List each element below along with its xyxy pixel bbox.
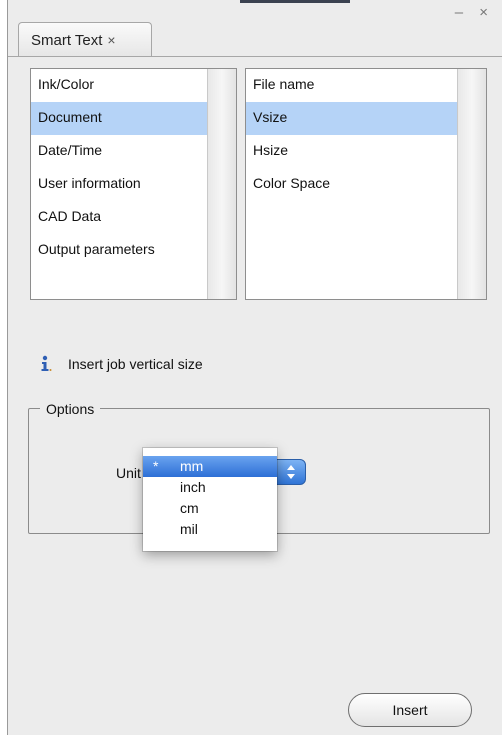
- hint-text: Insert job vertical size: [68, 356, 203, 372]
- units-label: Unit: [116, 465, 141, 481]
- window-edge: [240, 0, 350, 3]
- field-list[interactable]: File name Vsize Hsize Color Space: [245, 68, 487, 300]
- category-list-scrollbar[interactable]: [207, 69, 236, 299]
- menu-item-cm[interactable]: cm: [143, 498, 277, 519]
- close-icon[interactable]: ×: [107, 32, 115, 48]
- tab-label: Smart Text: [31, 31, 103, 49]
- list-item-ink-color[interactable]: Ink/Color: [31, 69, 236, 102]
- menu-item-mm[interactable]: * mm: [143, 456, 277, 477]
- tab-smart-text[interactable]: Smart Text ×: [18, 22, 152, 57]
- insert-button[interactable]: Insert: [348, 693, 472, 727]
- selected-mark: *: [153, 458, 159, 474]
- chevron-up-down-icon: [287, 465, 295, 479]
- list-item-output-parameters[interactable]: Output parameters: [31, 234, 236, 267]
- units-dropdown-menu[interactable]: * mm inch cm mil: [143, 448, 277, 551]
- tab-divider: [8, 56, 502, 57]
- menu-item-mil[interactable]: mil: [143, 519, 277, 540]
- list-item-file-name[interactable]: File name: [246, 69, 486, 102]
- list-item-date-time[interactable]: Date/Time: [31, 135, 236, 168]
- list-item-vsize[interactable]: Vsize: [246, 102, 486, 135]
- list-item-cad-data[interactable]: CAD Data: [31, 201, 236, 234]
- list-item-color-space[interactable]: Color Space: [246, 168, 486, 201]
- list-item-document[interactable]: Document: [31, 102, 236, 135]
- list-item-hsize[interactable]: Hsize: [246, 135, 486, 168]
- list-item-user-information[interactable]: User information: [31, 168, 236, 201]
- category-list[interactable]: Ink/Color Document Date/Time User inform…: [30, 68, 237, 300]
- window-controls[interactable]: – ×: [455, 4, 494, 21]
- info-icon: [37, 355, 53, 373]
- options-legend: Options: [40, 401, 101, 417]
- menu-item-label: mm: [180, 458, 204, 474]
- units-dropdown-arrows[interactable]: [276, 459, 306, 485]
- field-list-scrollbar[interactable]: [457, 69, 486, 299]
- hint-row: Insert job vertical size: [37, 355, 203, 373]
- menu-item-inch[interactable]: inch: [143, 477, 277, 498]
